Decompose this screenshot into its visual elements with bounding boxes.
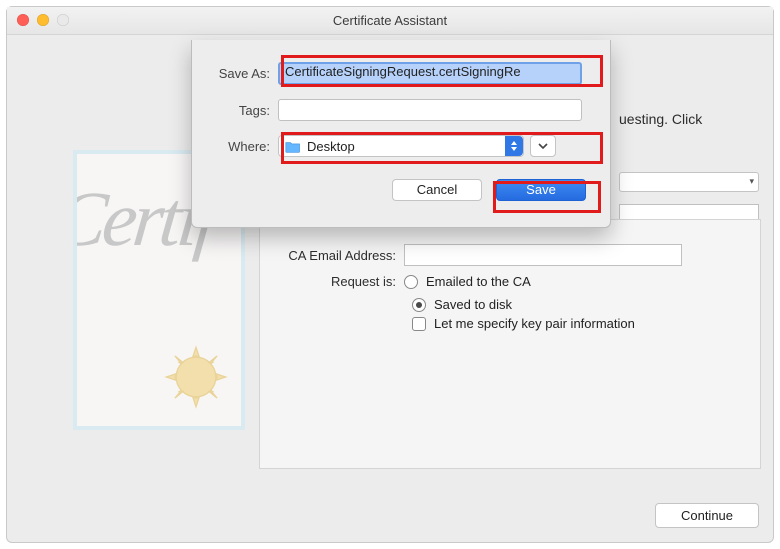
ca-email-label: CA Email Address: [260, 248, 404, 263]
tags-label: Tags: [192, 103, 278, 118]
save-sheet: Save As: CertificateSigningRequest.certS… [191, 40, 611, 228]
where-value: Desktop [307, 139, 355, 154]
save-button[interactable]: Save [496, 179, 586, 201]
continue-button[interactable]: Continue [655, 503, 759, 528]
keypair-checkbox-label: Let me specify key pair information [434, 316, 635, 331]
ca-email-field[interactable] [404, 244, 682, 266]
assistant-form-panel: CA Email Address: Request is: Emailed to… [259, 219, 761, 469]
where-label: Where: [192, 139, 278, 154]
background-dropdown[interactable]: ▾ [619, 172, 759, 192]
radio-saved-to-disk[interactable] [412, 298, 426, 312]
expand-save-dialog-button[interactable] [530, 135, 556, 157]
radio-emailed-to-ca[interactable] [404, 275, 418, 289]
radio-saved-label: Saved to disk [434, 297, 512, 312]
window-title: Certificate Assistant [333, 13, 447, 28]
tags-field[interactable] [278, 99, 582, 121]
minimize-window-button[interactable] [37, 14, 49, 26]
save-as-label: Save As: [192, 66, 278, 81]
request-is-label: Request is: [260, 274, 404, 289]
updown-arrows-icon [505, 136, 523, 156]
seal-icon [163, 344, 229, 410]
cancel-button[interactable]: Cancel [392, 179, 482, 201]
save-as-field[interactable]: CertificateSigningRequest.certSigningRe [278, 62, 582, 85]
folder-icon [285, 140, 301, 153]
zoom-window-button[interactable] [57, 14, 69, 26]
where-dropdown[interactable]: Desktop [278, 135, 524, 157]
window-controls [17, 14, 69, 26]
chevron-down-icon [538, 142, 548, 150]
keypair-checkbox[interactable] [412, 317, 426, 331]
certificate-assistant-window: Certificate Assistant uesting. Click Cer… [6, 6, 774, 543]
close-window-button[interactable] [17, 14, 29, 26]
chevron-down-icon: ▾ [749, 176, 754, 187]
truncated-instruction-text: uesting. Click [619, 111, 702, 127]
titlebar: Certificate Assistant [7, 7, 773, 35]
radio-emailed-label: Emailed to the CA [426, 274, 531, 289]
